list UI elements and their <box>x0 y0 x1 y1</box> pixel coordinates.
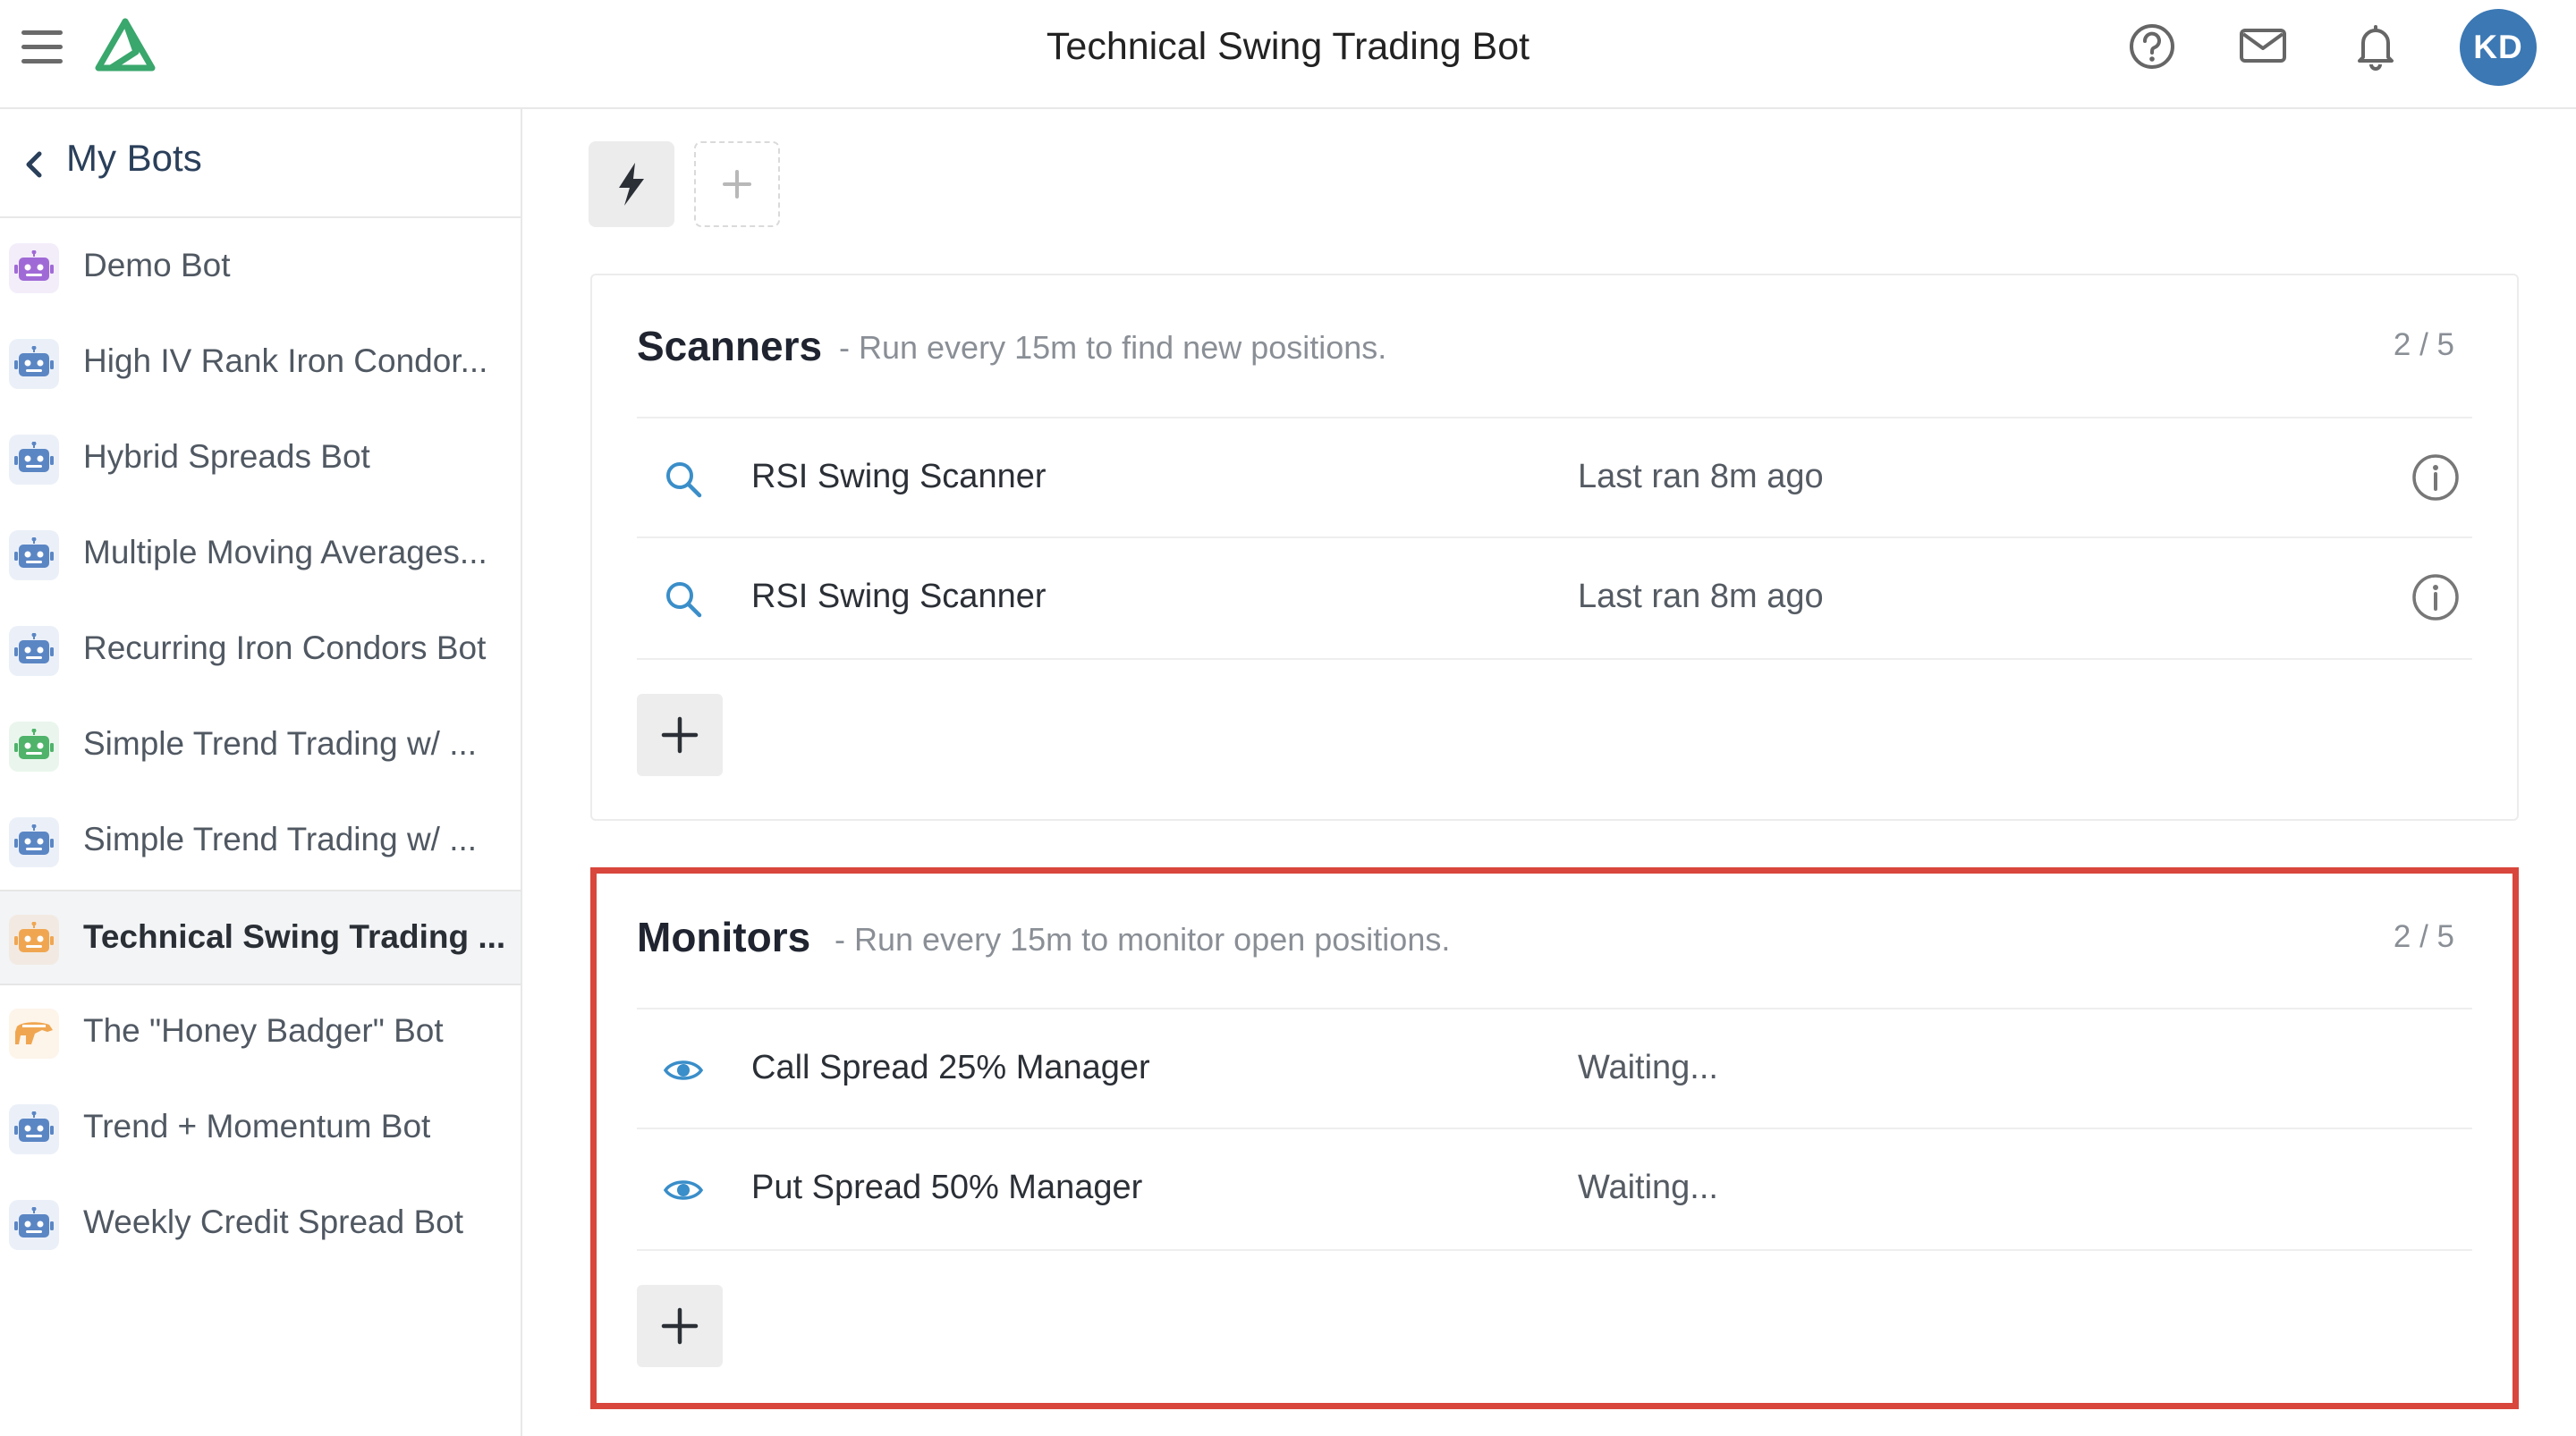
mail-icon[interactable] <box>2234 18 2292 75</box>
chevron-left-icon <box>26 151 42 178</box>
info-icon[interactable] <box>2410 571 2462 623</box>
scanners-title: Scanners <box>637 323 823 369</box>
bot-list: Demo Bot High IV Rank Iron Condor... Hybri… <box>0 220 521 1272</box>
sidebar-bot-label: Trend + Momentum Bot <box>83 1108 431 1145</box>
scanners-subtitle: - Run every 15m to find new positions. <box>839 329 1387 366</box>
sidebar-bot-item[interactable]: Multiple Moving Averages... <box>0 507 521 603</box>
sidebar: My Bots Demo Bot High IV Rank Iron Condor… <box>0 109 522 1436</box>
info-icon[interactable] <box>2410 452 2462 503</box>
sidebar-bot-label: The "Honey Badger" Bot <box>83 1012 444 1049</box>
eye-icon <box>663 1060 704 1080</box>
plus-icon <box>661 716 699 754</box>
divider <box>637 1249 2472 1251</box>
robot-icon <box>9 817 59 867</box>
page-title: Technical Swing Trading Bot <box>1046 25 1530 68</box>
monitor-status: Waiting... <box>1578 1169 1718 1206</box>
search-icon <box>666 582 702 618</box>
sidebar-bot-item[interactable]: The "Honey Badger" Bot <box>0 985 521 1081</box>
sidebar-bot-label: Recurring Iron Condors Bot <box>83 629 487 666</box>
robot-icon <box>9 626 59 676</box>
monitors-subtitle: - Run every 15m to monitor open position… <box>835 921 1451 958</box>
monitor-status: Waiting... <box>1578 1049 1718 1086</box>
scanners-panel: Scanners - Run every 15m to find new pos… <box>590 274 2519 821</box>
add-scanner-button[interactable] <box>637 694 723 776</box>
top-header: Technical Swing Trading Bot KD <box>0 0 2576 109</box>
sidebar-bot-label: Simple Trend Trading w/ ... <box>83 725 478 762</box>
back-to-my-bots[interactable]: My Bots <box>0 109 521 218</box>
bolt-button[interactable] <box>589 141 674 227</box>
divider <box>637 658 2472 660</box>
sidebar-bot-item[interactable]: Trend + Momentum Bot <box>0 1081 521 1177</box>
logo-icon[interactable] <box>91 16 159 77</box>
sidebar-bot-item[interactable]: Simple Trend Trading w/ ... <box>0 698 521 794</box>
bell-icon[interactable] <box>2347 18 2404 75</box>
robot-icon <box>9 243 59 293</box>
sidebar-bot-item[interactable]: Weekly Credit Spread Bot <box>0 1177 521 1272</box>
sidebar-bot-label: Hybrid Spreads Bot <box>83 438 370 475</box>
robot-icon <box>9 435 59 485</box>
divider <box>637 417 2472 418</box>
sidebar-bot-item[interactable]: Demo Bot <box>0 220 521 316</box>
scanner-name: RSI Swing Scanner <box>751 458 1046 495</box>
add-monitor-button[interactable] <box>637 1285 723 1367</box>
robot-icon <box>9 1104 59 1154</box>
monitor-name: Call Spread 25% Manager <box>751 1049 1150 1086</box>
monitor-name: Put Spread 50% Manager <box>751 1169 1143 1206</box>
bolt-icon <box>619 163 644 206</box>
sidebar-bot-label: Technical Swing Trading ... <box>83 918 506 955</box>
menu-icon[interactable] <box>21 27 66 68</box>
sidebar-bot-item[interactable]: Recurring Iron Condors Bot <box>0 603 521 698</box>
back-label: My Bots <box>66 137 202 179</box>
plus-icon <box>723 170 751 199</box>
divider <box>637 1008 2472 1009</box>
divider <box>637 1128 2472 1129</box>
avatar[interactable]: KD <box>2460 9 2537 86</box>
badger-icon <box>9 1009 59 1059</box>
sidebar-bot-item[interactable]: Hybrid Spreads Bot <box>0 411 521 507</box>
sidebar-bot-label: High IV Rank Iron Condor... <box>83 342 488 379</box>
sidebar-bot-label: Demo Bot <box>83 247 231 283</box>
sidebar-bot-item[interactable]: High IV Rank Iron Condor... <box>0 316 521 411</box>
scanner-status: Last ran 8m ago <box>1578 458 1824 495</box>
scanners-count: 2 / 5 <box>2393 327 2454 362</box>
robot-icon <box>9 1200 59 1250</box>
sidebar-bot-item[interactable]: Simple Trend Trading w/ ... <box>0 794 521 890</box>
robot-icon <box>9 915 59 965</box>
sidebar-bot-label: Simple Trend Trading w/ ... <box>83 821 478 857</box>
sidebar-bot-label: Weekly Credit Spread Bot <box>83 1204 464 1240</box>
scanner-name: RSI Swing Scanner <box>751 578 1046 615</box>
scanner-status: Last ran 8m ago <box>1578 578 1824 615</box>
robot-icon <box>9 530 59 580</box>
plus-icon <box>661 1307 699 1345</box>
robot-icon <box>9 339 59 389</box>
search-icon <box>666 462 702 498</box>
monitors-title: Monitors <box>637 914 811 960</box>
sidebar-bot-item[interactable]: Technical Swing Trading ... <box>0 890 521 985</box>
monitors-panel: Monitors - Run every 15m to monitor open… <box>590 867 2519 1409</box>
eye-icon <box>663 1180 704 1200</box>
robot-icon <box>9 722 59 772</box>
divider <box>637 536 2472 538</box>
monitors-count: 2 / 5 <box>2393 919 2454 954</box>
help-icon[interactable] <box>2123 18 2181 75</box>
add-tab-button[interactable] <box>694 141 780 227</box>
sidebar-bot-label: Multiple Moving Averages... <box>83 534 487 570</box>
